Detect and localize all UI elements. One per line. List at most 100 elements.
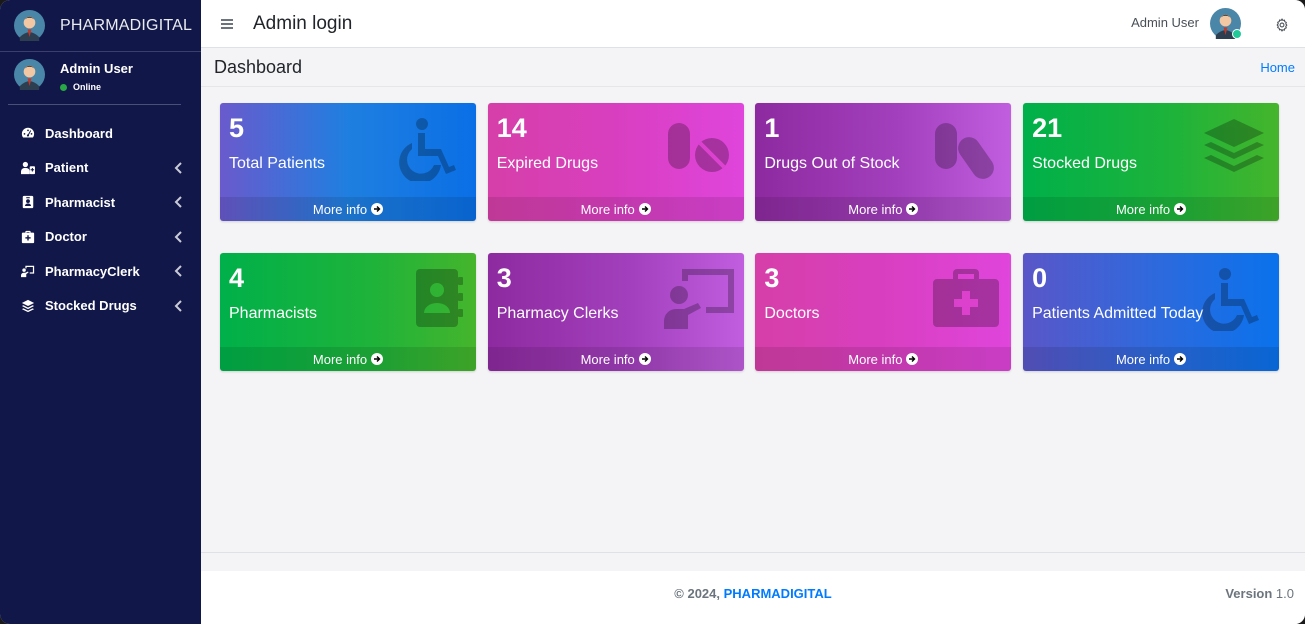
card-value: 0 [1032,263,1048,293]
more-info-label: More info [580,351,635,367]
card-patients-admitted-today: 0 Patients Admitted Today More info [1023,253,1280,371]
capsules-icon [931,117,1001,181]
more-info-link[interactable]: More info [1023,347,1280,371]
more-info-link[interactable]: More info [487,347,744,371]
more-info-label: More info [312,351,368,367]
card-label: Patients Admitted Today [1032,305,1204,322]
page-title: Admin login [253,12,353,34]
more-info-link[interactable]: More info [220,347,476,371]
brand-logo-icon [14,10,45,41]
card-label: Pharmacists [229,305,318,322]
status-text: Online [73,82,102,92]
stats-grid: 5 Total Patients More info 14 Expired Dr… [220,103,1280,371]
more-info-label: More info [848,351,903,367]
user-injured-icon [20,160,36,176]
more-info-label: More info [1115,351,1171,367]
card-total-patients: 5 Total Patients More info [220,103,476,221]
card-stocked-drugs: 21 Stocked Drugs More info [1023,103,1280,221]
sidebar-user-name: Admin User [60,61,133,76]
more-info-label: More info [312,201,368,217]
more-info-link[interactable]: More info [755,197,1012,221]
navbar-user-name[interactable]: Admin User [1131,15,1199,30]
sidebar-item-pharmacyclerk[interactable]: PharmacyClerk [0,254,201,289]
footer-gap [201,553,1305,571]
chevron-left-icon [174,299,183,312]
layer-group-icon [20,298,36,314]
online-indicator-icon [1232,28,1242,39]
chevron-left-icon [174,230,183,243]
card-label: Stocked Drugs [1032,155,1137,172]
chevron-left-icon [174,161,183,174]
sidebar-item-label: Dashboard [45,125,113,141]
version-value: 1.0 [1272,586,1294,601]
version-label: Version [1225,586,1273,601]
chevron-left-icon [174,196,183,208]
arrow-circle-right-icon [371,203,384,215]
user-avatar [14,59,45,90]
wheelchair-icon [1199,267,1269,334]
more-info-link[interactable]: More info [487,197,744,221]
chevron-left-icon [174,265,183,277]
online-dot-icon [60,83,67,91]
sidebar-item-label: Stocked Drugs [45,298,137,314]
wheelchair-icon [396,117,466,184]
card-label: Total Patients [229,155,326,172]
layer-group-icon [1199,117,1269,181]
footer-copyright: © 2024, PHARMADIGITAL [201,586,1305,601]
status-badge: Online [60,82,133,92]
arrow-circle-right-icon [1174,353,1187,365]
more-info-label: More info [580,201,635,217]
card-value: 5 [229,113,245,143]
medkit-icon [20,229,36,245]
content-header: Dashboard Home [201,48,1305,87]
card-value: 3 [496,263,512,293]
sidebar-item-stocked-drugs[interactable]: Stocked Drugs [0,289,201,324]
card-value: 3 [764,263,780,293]
arrow-circle-right-icon [638,203,651,215]
breadcrumb-home[interactable]: Home [1260,60,1295,75]
hamburger-menu-icon[interactable] [221,18,233,29]
card-value: 14 [496,113,527,143]
card-label: Drugs Out of Stock [764,155,900,172]
card-value: 1 [764,113,780,143]
sidebar-item-label: PharmacyClerk [45,263,140,279]
sidebar-item-dashboard[interactable]: Dashboard [0,116,201,151]
more-info-link[interactable]: More info [755,347,1012,371]
sidebar-item-label: Doctor [45,229,87,245]
arrow-circle-right-icon [906,353,919,365]
gear-icon[interactable] [1275,18,1289,32]
card-pharmacists: 4 Pharmacists More info [220,253,476,371]
tachometer-icon [20,125,36,141]
app-window: PHARMADIGITAL Admin User Online Dashboar… [0,0,1305,624]
more-info-label: More info [1115,201,1171,217]
pills-icon [664,117,734,181]
sidebar-item-doctor[interactable]: Doctor [0,220,201,255]
chalkboard-teacher-icon [20,263,36,279]
id-badge-icon [20,194,36,210]
address-book-icon [396,267,466,331]
chalkboard-teacher-icon [663,267,734,331]
card-value: 21 [1032,113,1063,143]
footer-brand-link[interactable]: PHARMADIGITAL [724,586,832,601]
arrow-circle-right-icon [1174,203,1187,215]
arrow-circle-right-icon [906,203,919,215]
footer: © 2024, PHARMADIGITAL Version 1.0 [201,552,1305,624]
sidebar-item-label: Patient [45,160,89,176]
more-info-link[interactable]: More info [220,197,476,221]
sidebar-item-patient[interactable]: Patient [0,151,201,186]
sidebar-divider [8,104,181,105]
card-label: Doctors [764,305,820,322]
medkit-icon [931,267,1001,331]
card-expired-drugs: 14 Expired Drugs More info [487,103,744,221]
arrow-circle-right-icon [371,353,384,365]
sidebar-item-label: Pharmacist [45,194,116,210]
copyright-text: © 2024, [674,586,724,601]
navbar-avatar[interactable] [1210,7,1242,39]
sidebar: PHARMADIGITAL Admin User Online Dashboar… [0,0,201,624]
footer-version: Version 1.0 [1225,586,1294,601]
more-info-link[interactable]: More info [1023,197,1280,221]
user-panel[interactable]: Admin User Online [0,52,201,104]
card-pharmacy-clerks: 3 Pharmacy Clerks More info [487,253,744,371]
sidebar-item-pharmacist[interactable]: Pharmacist [0,185,201,220]
brand-link[interactable]: PHARMADIGITAL [0,0,201,52]
